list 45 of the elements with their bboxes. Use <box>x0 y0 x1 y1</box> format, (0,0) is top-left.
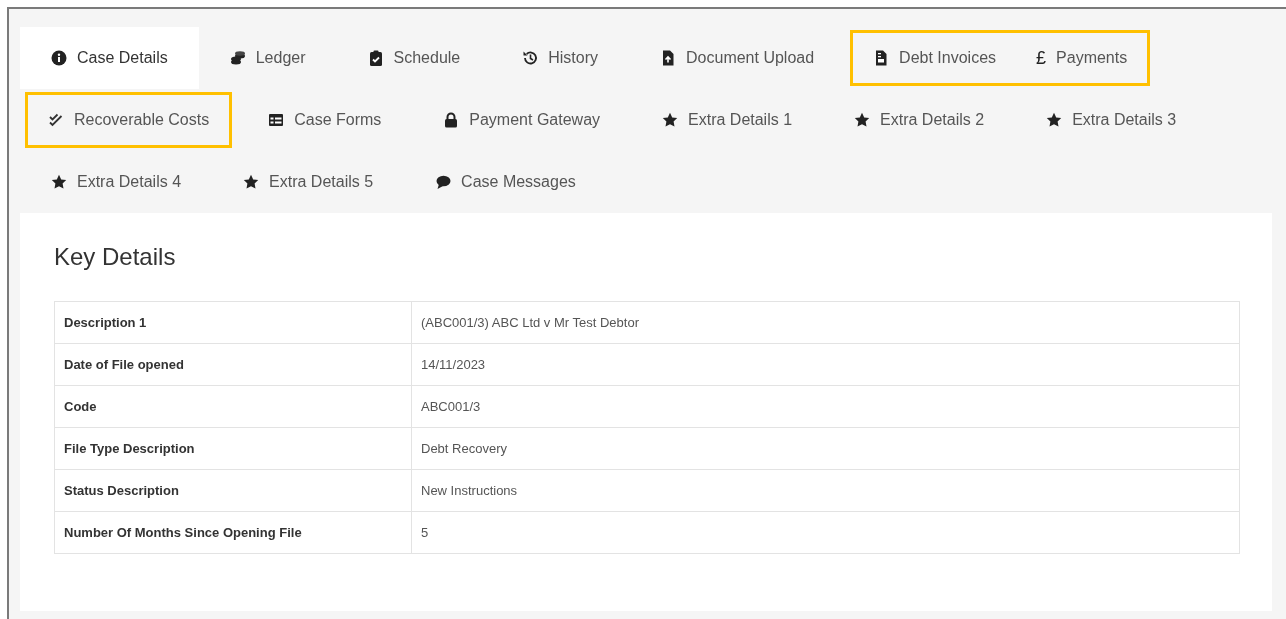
history-icon <box>522 50 539 66</box>
tab[interactable]: Schedule <box>336 27 492 89</box>
file-upload-icon <box>660 50 677 66</box>
coins-icon <box>229 50 246 66</box>
tab[interactable]: Extra Details 1 <box>631 89 824 151</box>
tab[interactable]: Extra Details 5 <box>212 151 405 213</box>
field-value: Debt Recovery <box>411 427 1240 470</box>
section-title: Key Details <box>54 243 177 271</box>
double-check-icon <box>48 112 64 128</box>
tab[interactable]: Extra Details 2 <box>823 89 1016 151</box>
tab[interactable]: Debt Invoices <box>853 33 1017 83</box>
star-icon <box>854 112 871 128</box>
pound-icon: £ <box>1036 49 1047 67</box>
tab[interactable]: Extra Details 4 <box>20 151 213 213</box>
field-value: ABC001/3 <box>411 385 1240 428</box>
field-label: Number Of Months Since Opening File <box>54 511 412 554</box>
tab[interactable]: Ledger <box>198 27 337 89</box>
tab[interactable]: Extra Details 3 <box>1015 89 1208 151</box>
tab[interactable]: £ Payments <box>1016 33 1148 83</box>
field-value: (ABC001/3) ABC Ltd v Mr Test Debtor <box>411 301 1240 344</box>
field-label: Description 1 <box>54 301 412 344</box>
field-label: Date of File opened <box>54 343 412 386</box>
invoice-icon <box>873 50 890 66</box>
tab[interactable]: Case Messages <box>404 151 607 213</box>
lock-icon <box>443 112 460 128</box>
tab[interactable]: Document Upload <box>629 27 846 89</box>
field-value: New Instructions <box>411 469 1240 512</box>
table-icon <box>268 112 285 128</box>
tab[interactable]: History <box>491 27 630 89</box>
star-icon <box>243 174 260 190</box>
tab[interactable]: Recoverable Costs <box>28 95 230 145</box>
clipboard-icon <box>367 50 384 66</box>
field-label: File Type Description <box>54 427 412 470</box>
star-icon <box>662 112 679 128</box>
field-label: Status Description <box>54 469 412 512</box>
star-icon <box>1046 112 1063 128</box>
info-icon <box>51 50 67 66</box>
speech-bubble-icon <box>435 174 452 190</box>
tab[interactable]: Case Forms <box>237 89 413 151</box>
field-label: Code <box>54 385 412 428</box>
field-value: 5 <box>411 511 1240 554</box>
tab[interactable]: Case Details <box>20 27 199 89</box>
tab[interactable]: Payment Gateway <box>412 89 632 151</box>
star-icon <box>51 174 67 190</box>
field-value: 14/11/2023 <box>411 343 1240 386</box>
